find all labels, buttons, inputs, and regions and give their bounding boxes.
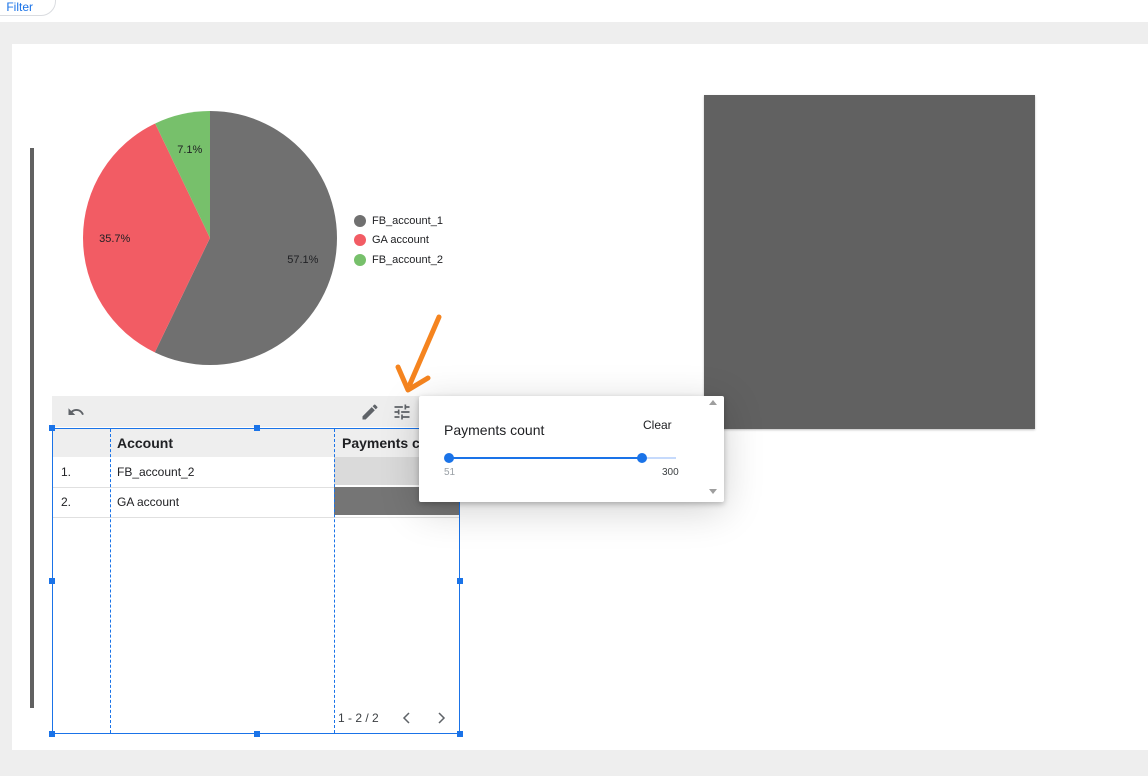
row-account-cell: GA account bbox=[117, 495, 180, 509]
column-divider[interactable] bbox=[110, 429, 111, 733]
resize-handle-top-center[interactable] bbox=[254, 425, 260, 431]
data-table[interactable]: Account Payments co 1. FB_account_2 2. G… bbox=[52, 428, 460, 734]
pie-slice-label: 35.7% bbox=[99, 233, 130, 245]
slider-min-label: 51 bbox=[444, 467, 456, 478]
filter-chip-button[interactable]: Filter bbox=[0, 0, 56, 16]
legend-dot-fb-account-2 bbox=[354, 253, 366, 266]
pie-legend: FB_account_1 GA account FB_account_2 bbox=[354, 211, 443, 270]
orange-annotation-arrow bbox=[395, 314, 442, 393]
pie-chart-svg: 57.1% 35.7% 7.1% bbox=[82, 111, 337, 365]
filter-title: Payments count bbox=[444, 422, 545, 438]
top-bar: Filter bbox=[0, 0, 1148, 23]
gray-rectangle-shape[interactable] bbox=[704, 95, 1035, 429]
payments-count-filter-popup: Payments count Clear 51 300 bbox=[419, 396, 724, 502]
legend-item-fb-account-2[interactable]: FB_account_2 bbox=[354, 250, 443, 270]
table-row[interactable]: 2. GA account bbox=[53, 487, 459, 518]
row-index: 1. bbox=[61, 465, 72, 479]
chevron-right-icon[interactable] bbox=[435, 712, 447, 724]
resize-handle-top-left[interactable] bbox=[49, 425, 55, 431]
legend-label: FB_account_1 bbox=[372, 214, 443, 227]
resize-handle-middle-left[interactable] bbox=[49, 578, 55, 584]
slider-min-thumb[interactable] bbox=[444, 453, 454, 463]
scroll-down-arrow-icon[interactable] bbox=[709, 489, 717, 494]
resize-handle-middle-right[interactable] bbox=[457, 578, 463, 584]
table-row[interactable]: 1. FB_account_2 bbox=[53, 457, 459, 488]
undo-icon[interactable] bbox=[66, 403, 86, 421]
legend-dot-fb-account-1 bbox=[354, 214, 366, 227]
resize-handle-bottom-left[interactable] bbox=[49, 731, 55, 737]
legend-label: FB_account_2 bbox=[372, 253, 443, 266]
slider-active-range bbox=[448, 457, 642, 459]
table-header-row: Account Payments co bbox=[53, 429, 459, 457]
pie-slice-label: 7.1% bbox=[177, 144, 202, 156]
table-toolbar bbox=[52, 396, 461, 427]
row-index: 2. bbox=[61, 495, 72, 509]
column-header-account[interactable]: Account bbox=[117, 435, 173, 451]
table-pagination: 1 - 2 / 2 bbox=[338, 711, 447, 725]
legend-dot-ga-account bbox=[354, 234, 366, 247]
pencil-icon[interactable] bbox=[360, 402, 380, 422]
resize-handle-bottom-center[interactable] bbox=[254, 731, 260, 737]
resize-handle-bottom-right[interactable] bbox=[457, 731, 463, 737]
pie-chart[interactable]: 57.1% 35.7% 7.1% bbox=[82, 110, 338, 366]
legend-item-fb-account-1[interactable]: FB_account_1 bbox=[354, 211, 443, 231]
legend-item-ga-account[interactable]: GA account bbox=[354, 231, 443, 251]
slider-max-thumb[interactable] bbox=[637, 453, 647, 463]
legend-label: GA account bbox=[372, 234, 429, 247]
scroll-up-arrow-icon[interactable] bbox=[709, 400, 717, 405]
vertical-divider-line[interactable] bbox=[30, 148, 34, 708]
pie-slice-label: 57.1% bbox=[287, 254, 318, 266]
chevron-left-icon[interactable] bbox=[401, 712, 413, 724]
pagination-label: 1 - 2 / 2 bbox=[338, 711, 379, 725]
row-account-cell: FB_account_2 bbox=[117, 465, 195, 479]
slider-max-label: 300 bbox=[662, 467, 679, 478]
tune-icon[interactable] bbox=[392, 402, 412, 422]
clear-button[interactable]: Clear bbox=[643, 418, 672, 432]
column-divider[interactable] bbox=[334, 429, 335, 733]
